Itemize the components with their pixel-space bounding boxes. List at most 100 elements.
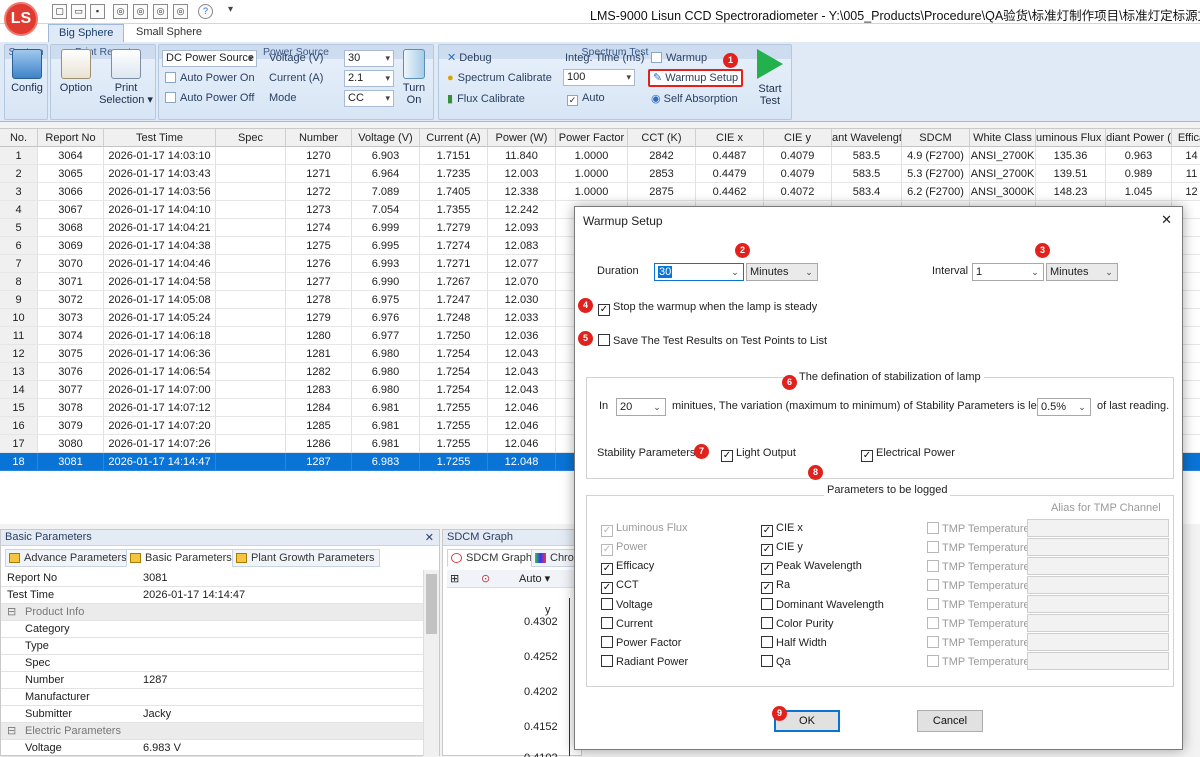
warmup-setup-button[interactable]: ✎ Warmup Setup [648,69,744,87]
log-param-box[interactable]: ✓ [761,582,773,594]
tmp-temperature-box[interactable] [927,598,939,610]
collapse-icon[interactable]: ⊟ [7,604,16,620]
interval-unit-select[interactable]: Minutes ⌄ [1046,263,1118,281]
log-param-box[interactable] [601,617,613,629]
capture-icon[interactable]: ◎ [113,4,128,19]
help-icon[interactable]: ? [198,4,213,19]
duration-unit-select[interactable]: Minutes ⌄ [746,263,818,281]
tab-advance-parameters[interactable]: Advance Parameters [5,549,132,567]
column-header[interactable]: Effica [1172,129,1200,147]
log-param-checkbox[interactable]: ✓ Peak Wavelength [761,560,862,575]
log-param-checkbox[interactable]: Power Factor [601,636,681,649]
mode-select[interactable]: CC [344,90,394,107]
tmp-alias-input[interactable] [1027,633,1169,651]
current-input[interactable]: 2.1 [344,70,394,87]
auto-checkbox[interactable]: ✓ Auto [567,92,605,106]
log-param-box[interactable] [601,636,613,648]
log-param-checkbox[interactable]: ✓ CIE x [761,522,803,537]
log-param-checkbox[interactable]: ✓ Efficacy [601,560,654,575]
tmp-temperature-checkbox[interactable]: TMP Temperature [927,598,1030,611]
warmup-checkbox[interactable]: Warmup [651,52,707,64]
debug-button[interactable]: ✕ Debug [447,51,492,64]
log-param-checkbox[interactable]: Half Width [761,636,827,649]
log-param-box[interactable] [761,636,773,648]
column-header[interactable]: Report No [38,129,104,147]
log-param-checkbox[interactable]: Qa [761,655,791,668]
log-param-checkbox[interactable]: ✓ CCT [601,579,639,594]
log-param-checkbox[interactable]: Voltage [601,598,653,611]
warmup-box[interactable] [651,52,662,63]
app-logo[interactable]: LS [4,2,38,36]
column-header[interactable]: Current (A) [420,129,488,147]
scrollbar-thumb[interactable] [426,574,437,634]
tmp-temperature-box[interactable] [927,617,939,629]
column-header[interactable]: ant Wavelengt [832,129,902,147]
log-param-box[interactable] [761,655,773,667]
tab-basic-parameters[interactable]: Basic Parameters [126,549,237,567]
print-selection-button[interactable]: Print Selection ▾ [97,49,155,106]
column-header[interactable]: uminous Flux (l [1036,129,1106,147]
column-header[interactable]: Test Time [104,129,216,147]
target-icon[interactable]: ⊙ [481,572,490,585]
self-absorption-button[interactable]: ◉ Self Absorption [651,92,738,105]
column-header[interactable]: No. [0,129,38,147]
duration-select[interactable]: 30 ⌄ [654,263,744,281]
power-source-select[interactable]: DC Power Source [162,50,257,67]
column-header[interactable]: CIE x [696,129,764,147]
table-row[interactable]: 3 3066 2026-01-17 14:03:56 1272 7.089 1.7405 1… [0,183,1200,201]
tab-big-sphere[interactable]: Big Sphere [48,24,125,42]
tmp-alias-input[interactable] [1027,595,1169,613]
variation-percent-select[interactable]: 0.5% ⌄ [1037,398,1091,416]
log-param-checkbox[interactable]: ✓ Ra [761,579,790,594]
tab-small-sphere[interactable]: Small Sphere [126,24,212,42]
save-results-box[interactable] [598,334,610,346]
tmp-temperature-checkbox[interactable]: TMP Temperature [927,579,1030,592]
tmp-temperature-checkbox[interactable]: TMP Temperature [927,560,1030,573]
config-button[interactable]: Config [7,49,47,94]
save-results-checkbox[interactable]: Save The Test Results on Test Points to … [598,334,827,347]
tmp-temperature-box[interactable] [927,579,939,591]
auto-power-off-checkbox[interactable]: Auto Power Off [165,92,254,104]
tmp-alias-input[interactable] [1027,557,1169,575]
auto-power-on-checkbox[interactable]: Auto Power On [165,72,255,84]
table-row[interactable]: 2 3065 2026-01-17 14:03:43 1271 6.964 1.7235 1… [0,165,1200,183]
tmp-temperature-checkbox[interactable]: TMP Temperature [927,636,1030,649]
tmp-temperature-box[interactable] [927,636,939,648]
auto-check-box[interactable]: ✓ [567,95,578,106]
tmp-alias-input[interactable] [1027,519,1169,537]
auto-power-off-box[interactable] [165,92,176,103]
tab-plant-growth-parameters[interactable]: Plant Growth Parameters [232,549,380,567]
electrical-power-box[interactable]: ✓ [861,450,873,462]
tmp-alias-input[interactable] [1027,614,1169,632]
log-param-box[interactable]: ✓ [761,544,773,556]
tmp-alias-input[interactable] [1027,652,1169,670]
log-param-checkbox[interactable]: ✓ Power [601,541,647,556]
table-row[interactable]: 1 3064 2026-01-17 14:03:10 1270 6.903 1.7151 1… [0,147,1200,165]
stop-when-steady-box[interactable]: ✓ [598,304,610,316]
column-header[interactable]: CIE y [764,129,832,147]
column-header[interactable]: SDCM [902,129,970,147]
tmp-alias-input[interactable] [1027,576,1169,594]
integ-time-input[interactable]: 100 [563,69,635,86]
start-test-button[interactable]: Start Test [751,49,789,107]
tmp-temperature-checkbox[interactable]: TMP Temperature [927,655,1030,668]
log-param-checkbox[interactable]: ✓ CIE y [761,541,803,556]
column-header[interactable]: Spec [216,129,286,147]
product-info-section[interactable]: ⊟ Product Info [1,604,423,621]
interval-select[interactable]: 1 ⌄ [972,263,1044,281]
tab-chromaticity[interactable]: Chro [531,549,579,567]
log-param-box[interactable]: ✓ [601,582,613,594]
tmp-alias-input[interactable] [1027,538,1169,556]
collapse-icon[interactable]: ⊟ [7,723,16,739]
light-output-checkbox[interactable]: ✓ Light Output [721,447,796,462]
log-param-checkbox[interactable]: Radiant Power [601,655,688,668]
tmp-temperature-box[interactable] [927,655,939,667]
close-icon[interactable]: ✕ [425,531,434,546]
tmp-temperature-checkbox[interactable]: TMP Temperature [927,617,1030,630]
log-param-box[interactable]: ✓ [761,563,773,575]
stability-minutes-select[interactable]: 20 ⌄ [616,398,666,416]
spectrum-calibrate-button[interactable]: ● Spectrum Calibrate [447,72,552,84]
light-output-box[interactable]: ✓ [721,450,733,462]
log-param-checkbox[interactable]: ✓ Luminous Flux [601,522,688,537]
log-param-box[interactable] [601,598,613,610]
